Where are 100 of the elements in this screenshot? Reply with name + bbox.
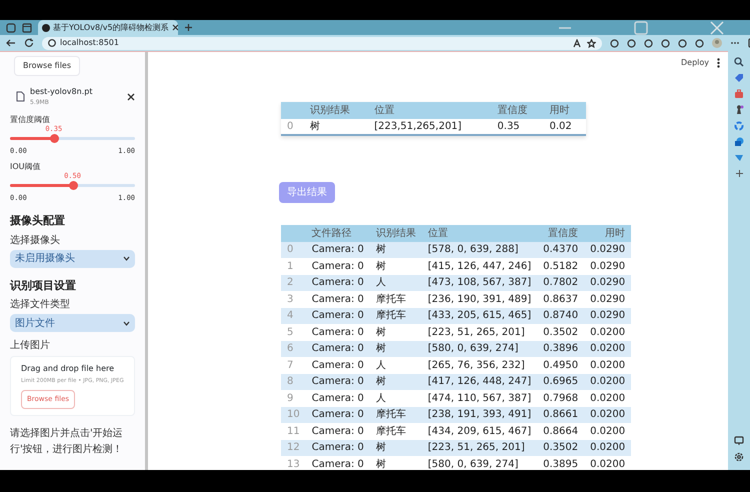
table-cell: 摩托车 — [370, 406, 422, 423]
status-message: 请选择图片并点击'开始运行'按钮，进行图片检测！ — [10, 426, 124, 457]
row-index: 5 — [281, 324, 306, 340]
browser-tab[interactable]: 基于YOLOv8/v5的障碍物检测系 — [38, 20, 178, 35]
workspaces-icon[interactable] — [6, 22, 16, 32]
table-cell: 0.0290 — [584, 308, 632, 324]
table-cell: 0.6965 — [537, 374, 584, 390]
select-box[interactable]: 未启用摄像头 — [10, 250, 135, 268]
table-cell: 树 — [304, 118, 368, 135]
caret-icon — [123, 256, 130, 262]
table-cell: 0.8664 — [537, 423, 584, 440]
close-icon[interactable] — [127, 92, 135, 100]
table-cell: 摩托车 — [370, 308, 422, 324]
slider-label: 置信度阈值 — [10, 115, 51, 125]
select-box[interactable]: 图片文件 — [10, 314, 135, 332]
table-cell: 0.0290 — [584, 274, 632, 291]
column-header: 置信度 — [491, 102, 544, 118]
table-cell: Camera: 0 — [306, 357, 370, 374]
file-name: best-yolov8n.pt — [30, 86, 94, 98]
table-cell: 0.8637 — [537, 291, 584, 308]
settings-icon[interactable] — [734, 452, 744, 462]
table-cell: Camera: 0 — [306, 406, 370, 423]
table-cell: 0.0290 — [584, 291, 632, 308]
reload-icon[interactable] — [24, 38, 34, 48]
search-icon[interactable] — [734, 57, 744, 67]
table-cell: 0.4370 — [537, 242, 584, 258]
table-cell: Camera: 0 — [306, 456, 370, 470]
send-icon[interactable] — [734, 153, 744, 163]
table-cell: 0.0200 — [584, 324, 632, 340]
table-cell: 树 — [370, 258, 422, 274]
table-cell: 0.0200 — [584, 456, 632, 470]
address-bar[interactable]: localhost:8501 — [42, 36, 602, 50]
table-cell: [265, 76, 356, 232] — [422, 357, 538, 374]
table-cell: 0.0200 — [584, 374, 632, 390]
new-tab-icon[interactable] — [184, 23, 193, 32]
section-heading: 识别项目设置 — [10, 278, 77, 294]
kebab-menu-icon[interactable] — [717, 58, 720, 68]
table-cell: [223,51,265,201] — [368, 118, 492, 135]
table-cell: [236, 190, 391, 489] — [422, 291, 538, 308]
table-cell: [223, 51, 265, 201] — [422, 440, 538, 456]
tab-title: 基于YOLOv8/v5的障碍物检测系 — [53, 22, 169, 34]
row-index: 1 — [281, 258, 306, 274]
column-header: 位置 — [368, 102, 492, 118]
table-cell: 摩托车 — [370, 291, 422, 308]
table-cell: Camera: 0 — [306, 324, 370, 340]
table-cell: 树 — [370, 456, 422, 470]
table-cell: 树 — [370, 374, 422, 390]
table-cell: 0.5182 — [537, 258, 584, 274]
select-label: 选择文件类型 — [10, 299, 71, 312]
circle-arrows-icon[interactable] — [734, 121, 744, 131]
table-cell: Camera: 0 — [306, 340, 370, 357]
column-header: 用时 — [584, 225, 632, 242]
back-icon[interactable] — [6, 38, 16, 48]
star-icon[interactable] — [587, 38, 596, 48]
row-index: 12 — [281, 440, 306, 456]
screen-icon[interactable] — [734, 436, 744, 446]
table-cell: 摩托车 — [370, 423, 422, 440]
table-cell: [474, 110, 567, 387] — [422, 390, 538, 406]
table-cell: Camera: 0 — [306, 308, 370, 324]
row-index: 0 — [281, 242, 306, 258]
table-cell: 0.7968 — [537, 390, 584, 406]
table-cell: 人 — [370, 274, 422, 291]
table-cell: 0.3502 — [537, 440, 584, 456]
briefcase-icon[interactable] — [734, 89, 744, 99]
table-cell: 0.0200 — [584, 440, 632, 456]
more-icon[interactable] — [730, 41, 740, 45]
read-aloud-icon[interactable] — [573, 38, 583, 48]
close-icon[interactable] — [172, 24, 178, 31]
slider-label: IOU阈值 — [10, 162, 42, 172]
table-cell: 0.35 — [491, 118, 544, 135]
browse-files-button[interactable]: Browse files — [14, 56, 80, 76]
table-cell: 0.0290 — [584, 258, 632, 274]
slider-thumb[interactable] — [68, 180, 78, 190]
chess-piece-icon[interactable] — [734, 105, 744, 115]
table-cell: Camera: 0 — [306, 423, 370, 440]
table-cell: 人 — [370, 357, 422, 374]
table-cell: 0.3896 — [537, 340, 584, 357]
add-icon[interactable] — [734, 169, 744, 178]
table-cell: 0.8661 — [537, 406, 584, 423]
row-index: 11 — [281, 423, 306, 440]
row-index: 4 — [281, 308, 306, 324]
table-cell: [238, 191, 393, 491] — [422, 406, 538, 423]
table-cell: 树 — [370, 324, 422, 340]
drop-text: Drag and drop file here — [21, 363, 116, 376]
tag-icon[interactable] — [734, 73, 744, 83]
slider-thumb[interactable] — [50, 134, 59, 143]
column-header: 文件路径 — [306, 225, 370, 242]
table-cell: [580, 0, 639, 274] — [422, 456, 538, 470]
row-index: 6 — [281, 340, 306, 357]
select-label: 选择摄像头 — [10, 234, 61, 247]
row-index: 2 — [281, 274, 306, 291]
table-cell: 树 — [370, 242, 422, 258]
site-icon — [42, 24, 50, 32]
row-index: 13 — [281, 456, 306, 470]
tab-actions-icon[interactable] — [22, 22, 32, 32]
table-cell: [434, 209, 615, 467] — [422, 423, 538, 440]
row-index: 10 — [281, 406, 306, 423]
table-cell: 0.3895 — [537, 456, 584, 470]
table-cell: [578, 0, 639, 288] — [422, 242, 538, 258]
deploy-link[interactable]: Deploy — [680, 57, 709, 69]
